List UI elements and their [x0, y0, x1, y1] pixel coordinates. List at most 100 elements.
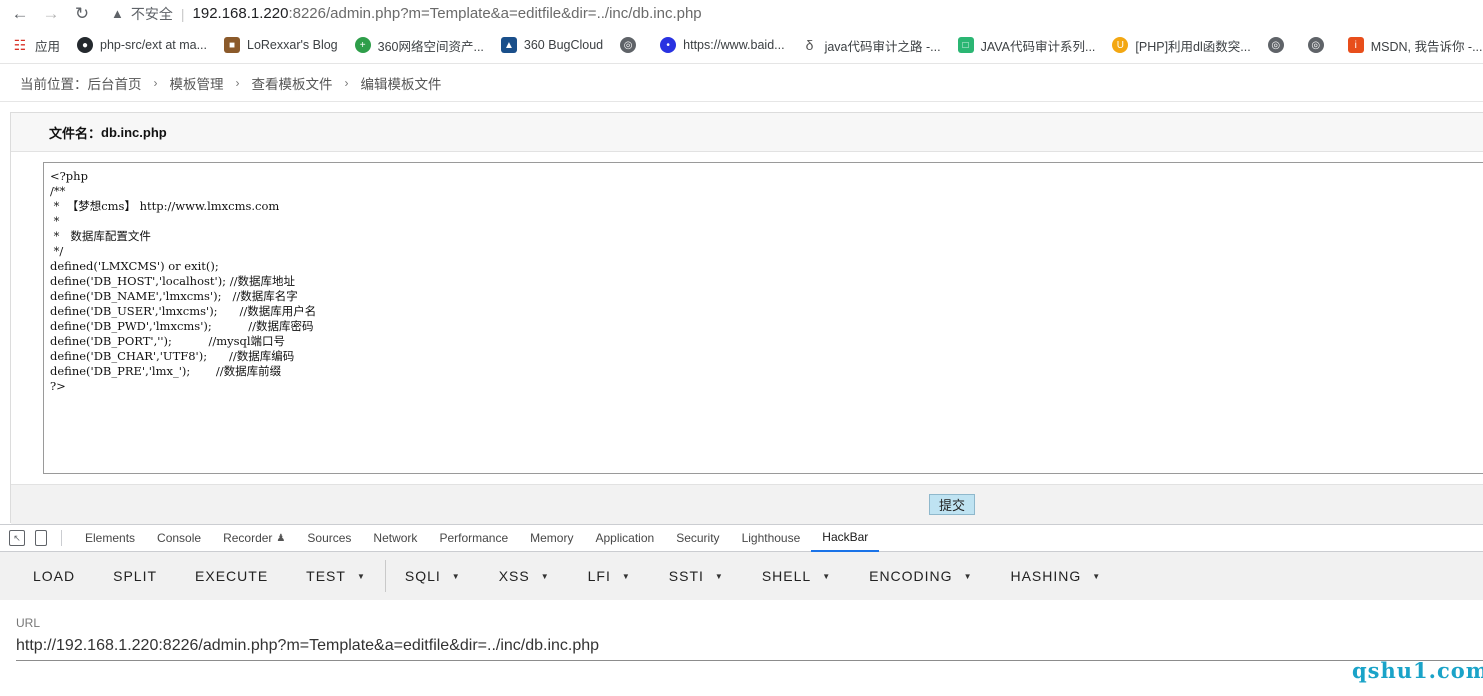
caret-down-icon: ▼ — [1092, 571, 1102, 581]
editor-frame: <?php /** * 【梦想cms】 http://www.lmxcms.co… — [43, 162, 1483, 474]
bookmark-item[interactable]: ■ LoRexxar's Blog — [224, 37, 338, 53]
omnibox-divider: | — [180, 5, 185, 22]
hackbar-test-button[interactable]: TEST ▼ — [287, 558, 385, 594]
edit-file-panel: 文件名： db.inc.php <?php /** * 【梦想cms】 http… — [10, 112, 1483, 524]
devtools-tab-label: Elements — [85, 531, 136, 545]
hackbar-execute-button[interactable]: EXECUTE — [176, 558, 287, 594]
devtools-tab-elements[interactable]: Elements — [74, 525, 146, 552]
hackbar-sqli-button[interactable]: SQLI ▼ — [386, 558, 480, 594]
hackbar-split-button[interactable]: SPLIT — [94, 558, 176, 594]
hackbar-button-label: EXECUTE — [195, 568, 269, 584]
bookmark-item[interactable]: ● php-src/ext at ma... — [77, 37, 207, 53]
bookmark-item[interactable]: □ JAVA代码审计系列... — [957, 36, 1096, 55]
hackbar-button-label: HASHING — [1010, 568, 1082, 584]
hackbar-hashing-button[interactable]: HASHING ▼ — [991, 558, 1120, 594]
devtools-tab-lighthouse[interactable]: Lighthouse — [731, 525, 812, 552]
hackbar-toolbar: LOAD SPLIT EXECUTE TEST ▼ SQLI ▼ XSS ▼ LFI ▼ SSTI ▼ S… — [0, 552, 1483, 600]
bugcloud-icon: ▲ — [500, 37, 517, 53]
bookmark-item[interactable]: ◎ — [1267, 37, 1291, 53]
hackbar-shell-button[interactable]: SHELL ▼ — [743, 558, 850, 594]
devtools-tab-label: Console — [157, 531, 202, 545]
hackbar-button-label: LFI — [587, 568, 611, 584]
device-toolbar-icon[interactable] — [35, 530, 47, 546]
chevron-right-icon: › — [235, 75, 240, 90]
breadcrumb: 当前位置： 后台首页 › 模板管理 › 查看模板文件 › 编辑模板文件 — [0, 64, 1483, 102]
devtools-tab-label: Sources — [307, 531, 352, 545]
devtools-tab-performance[interactable]: Performance — [428, 525, 519, 552]
devtools-tab-label: Security — [676, 531, 720, 545]
caret-down-icon: ▼ — [540, 571, 550, 581]
hackbar-button-label: ENCODING — [869, 568, 953, 584]
reload-icon[interactable]: ↻ — [71, 3, 93, 25]
devtools-tab-sources[interactable]: Sources — [296, 525, 362, 552]
devtools-tab-label: Recorder — [223, 531, 273, 545]
breadcrumb-item-template-manage[interactable]: 模板管理 — [170, 73, 224, 93]
hackbar-encoding-button[interactable]: ENCODING ▼ — [850, 558, 991, 594]
hackbar-button-label: SPLIT — [113, 568, 158, 584]
breadcrumb-item-view-template[interactable]: 查看模板文件 — [252, 73, 333, 93]
bookmark-label: https://www.baid... — [683, 38, 785, 52]
devtools-tab-label: Performance — [439, 531, 509, 545]
address-bar-row: ← → ↻ ▲ 不安全 | 192.168.1.220:8226/admin.p… — [0, 0, 1483, 27]
caret-down-icon: ▼ — [451, 571, 461, 581]
hackbar-lfi-button[interactable]: LFI ▼ — [569, 558, 650, 594]
bookmark-item[interactable]: ◎ — [620, 37, 643, 53]
inspect-element-icon[interactable]: ↖ — [9, 530, 25, 546]
bookmark-item[interactable]: ◎ — [1307, 37, 1331, 53]
hackbar-button-label: LOAD — [33, 568, 76, 584]
orange-u-icon: U — [1112, 37, 1129, 53]
hackbar-button-label: SSTI — [668, 568, 704, 584]
bookmark-item[interactable]: +360网络空间资产... — [354, 36, 484, 55]
devtools-tab-application[interactable]: Application — [584, 525, 665, 552]
caret-down-icon: ▼ — [356, 571, 366, 581]
hackbar-load-button[interactable]: LOAD — [14, 558, 94, 594]
devtools-tab-network[interactable]: Network — [362, 525, 428, 552]
bookmark-item[interactable]: ☷ 应用 — [12, 36, 60, 55]
chevron-right-icon: › — [344, 75, 349, 90]
bookmark-label: MSDN, 我告诉你 -... — [1370, 39, 1483, 54]
back-arrow-icon[interactable]: ← — [9, 3, 31, 25]
bookmark-label: JAVA代码审计系列... — [980, 39, 1096, 54]
hackbar-button-label: SHELL — [761, 568, 812, 584]
file-content-editor[interactable]: <?php /** * 【梦想cms】 http://www.lmxcms.co… — [44, 163, 1483, 473]
devtools-tab-hackbar[interactable]: HackBar — [811, 525, 880, 552]
warning-icon[interactable]: ▲ — [111, 6, 124, 21]
bookmarks-bar: ☷ 应用 ● php-src/ext at ma... ■ LoRexxar's Blog… — [0, 27, 1483, 64]
bookmark-item[interactable]: ▲ 360 BugCloud — [500, 37, 603, 53]
bookmark-label: LoRexxar's Blog — [247, 38, 338, 52]
forward-arrow-icon[interactable]: → — [40, 3, 62, 25]
url-field-label: URL — [16, 616, 41, 630]
caret-down-icon: ▼ — [714, 571, 724, 581]
submit-button[interactable]: 提交 — [929, 494, 975, 515]
omnibox[interactable]: ▲ 不安全 | 192.168.1.220:8226/admin.php?m=T… — [111, 3, 702, 25]
devtools-tab-label: Lighthouse — [741, 531, 801, 545]
url-path[interactable]: :8226/admin.php?m=Template&a=editfile&di… — [288, 5, 701, 22]
url-host[interactable]: 192.168.1.220 — [193, 5, 289, 22]
caret-down-icon: ▼ — [822, 571, 832, 581]
devtools-tabbar: ↖ Elements Console Recorder ♟ Sources Network… — [0, 524, 1483, 552]
github-icon: ● — [77, 37, 94, 53]
url-input[interactable] — [16, 631, 1483, 661]
devtools-tab-console[interactable]: Console — [146, 525, 212, 552]
experiment-flask-icon: ♟ — [276, 532, 286, 544]
hackbar-button-label: XSS — [498, 568, 530, 584]
file-name-value: db.inc.php — [101, 124, 167, 140]
devtools-tab-label: Network — [373, 531, 418, 545]
blog-icon: ■ — [224, 37, 240, 53]
green-plus-icon: + — [354, 37, 371, 53]
bookmark-item[interactable]: i MSDN, 我告诉你 -... — [1347, 36, 1483, 55]
insecure-label[interactable]: 不安全 — [131, 4, 173, 24]
globe-icon: ◎ — [620, 37, 637, 53]
devtools-tab-security[interactable]: Security — [665, 525, 730, 552]
breadcrumb-item-home[interactable]: 后台首页 — [88, 73, 142, 93]
hackbar-ssti-button[interactable]: SSTI ▼ — [650, 558, 743, 594]
submit-bar: 提交 — [11, 484, 1483, 524]
devtools-tab-memory[interactable]: Memory — [519, 525, 584, 552]
bookmark-item[interactable]: δ java代码审计之路 -... — [802, 36, 941, 55]
hackbar-button-label: TEST — [306, 568, 346, 584]
hackbar-xss-button[interactable]: XSS ▼ — [480, 558, 569, 594]
bookmark-item[interactable]: U [PHP]利用dl函数突... — [1112, 36, 1251, 55]
file-name-header: 文件名： db.inc.php — [11, 113, 1483, 152]
devtools-tab-recorder[interactable]: Recorder ♟ — [212, 525, 296, 552]
bookmark-item[interactable]: • https://www.baid... — [660, 37, 785, 53]
